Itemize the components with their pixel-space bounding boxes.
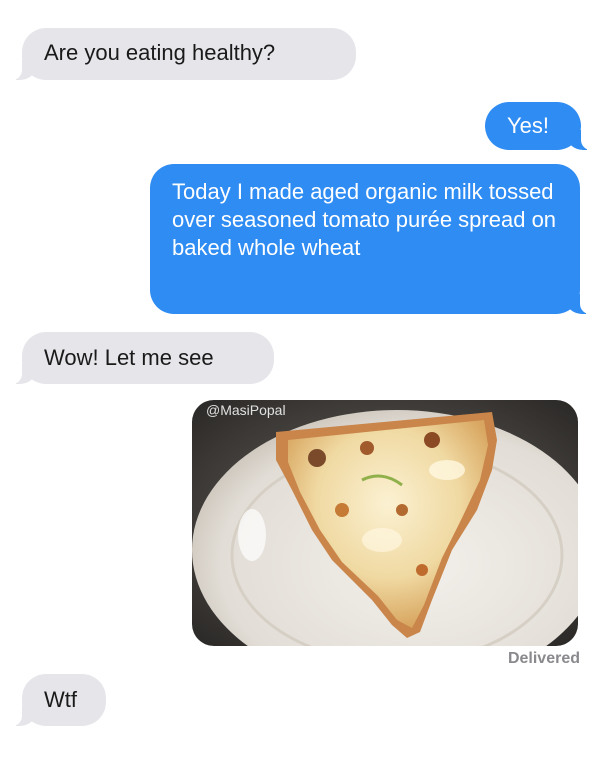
photo-watermark: @MasiPopal xyxy=(206,402,286,418)
sent-message-bubble[interactable]: Yes! xyxy=(485,102,591,150)
message-text: Are you eating healthy? xyxy=(44,40,276,65)
delivered-status: Delivered xyxy=(507,650,580,667)
pizza-photo-image xyxy=(192,400,578,646)
sent-message-bubble[interactable]: Today I made aged organic milk tossed ov… xyxy=(150,164,590,314)
message-text: Yes! xyxy=(507,113,550,138)
received-message-bubble[interactable]: Are you eating healthy? xyxy=(12,28,356,80)
received-message-bubble[interactable]: Wtf xyxy=(12,674,106,726)
message-text: Wtf xyxy=(44,687,77,712)
pizza-slice-photo[interactable] xyxy=(192,400,578,646)
message-text: Today I made aged organic milk tossed ov… xyxy=(172,179,557,260)
message-text: Wow! Let me see xyxy=(44,345,214,370)
received-message-bubble[interactable]: Wow! Let me see xyxy=(12,332,274,384)
